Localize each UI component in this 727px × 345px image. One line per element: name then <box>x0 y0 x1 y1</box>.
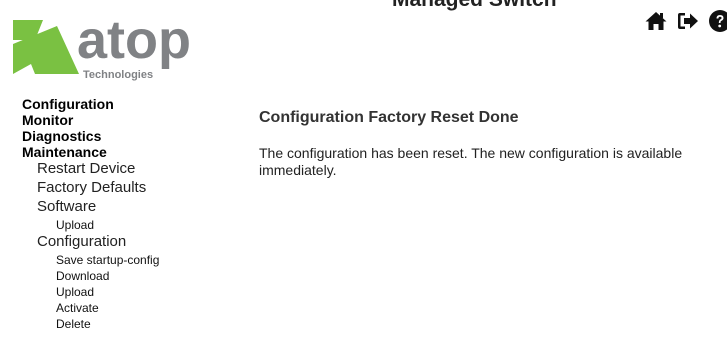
nav-item-config-delete[interactable]: Delete <box>22 316 232 332</box>
atop-logo: atop Technologies <box>13 10 223 82</box>
nav-item-save-startup-config[interactable]: Save startup-config <box>22 252 232 268</box>
nav-item-maintenance[interactable]: Maintenance <box>22 144 232 160</box>
nav-item-monitor[interactable]: Monitor <box>22 112 232 128</box>
main-content: Configuration Factory Reset Done The con… <box>259 108 727 179</box>
nav-item-software-upload[interactable]: Upload <box>22 217 232 233</box>
nav-item-config-download[interactable]: Download <box>22 268 232 284</box>
logo-tagline-text: Technologies <box>83 69 153 81</box>
status-message: The configuration has been reset. The ne… <box>259 145 683 178</box>
help-icon[interactable] <box>708 9 727 33</box>
page-header-title: Managed Switch <box>392 0 557 12</box>
nav-item-config-upload[interactable]: Upload <box>22 284 232 300</box>
nav-item-configuration[interactable]: Configuration <box>22 96 232 112</box>
nav-item-diagnostics[interactable]: Diagnostics <box>22 128 232 144</box>
nav-item-config-activate[interactable]: Activate <box>22 300 232 316</box>
header-icon-bar <box>644 9 727 33</box>
page-title: Configuration Factory Reset Done <box>259 109 519 126</box>
nav-item-maintenance-configuration[interactable]: Configuration <box>22 233 232 252</box>
atop-logo-graphic: atop Technologies <box>13 10 191 81</box>
home-icon[interactable] <box>644 9 668 33</box>
nav-item-restart-device[interactable]: Restart Device <box>22 160 232 179</box>
logo-brand-text: atop <box>77 16 191 70</box>
sidebar-nav: Configuration Monitor Diagnostics Mainte… <box>22 96 232 332</box>
logout-icon[interactable] <box>676 9 700 33</box>
nav-item-software[interactable]: Software <box>22 198 232 217</box>
nav-item-factory-defaults[interactable]: Factory Defaults <box>22 179 232 198</box>
